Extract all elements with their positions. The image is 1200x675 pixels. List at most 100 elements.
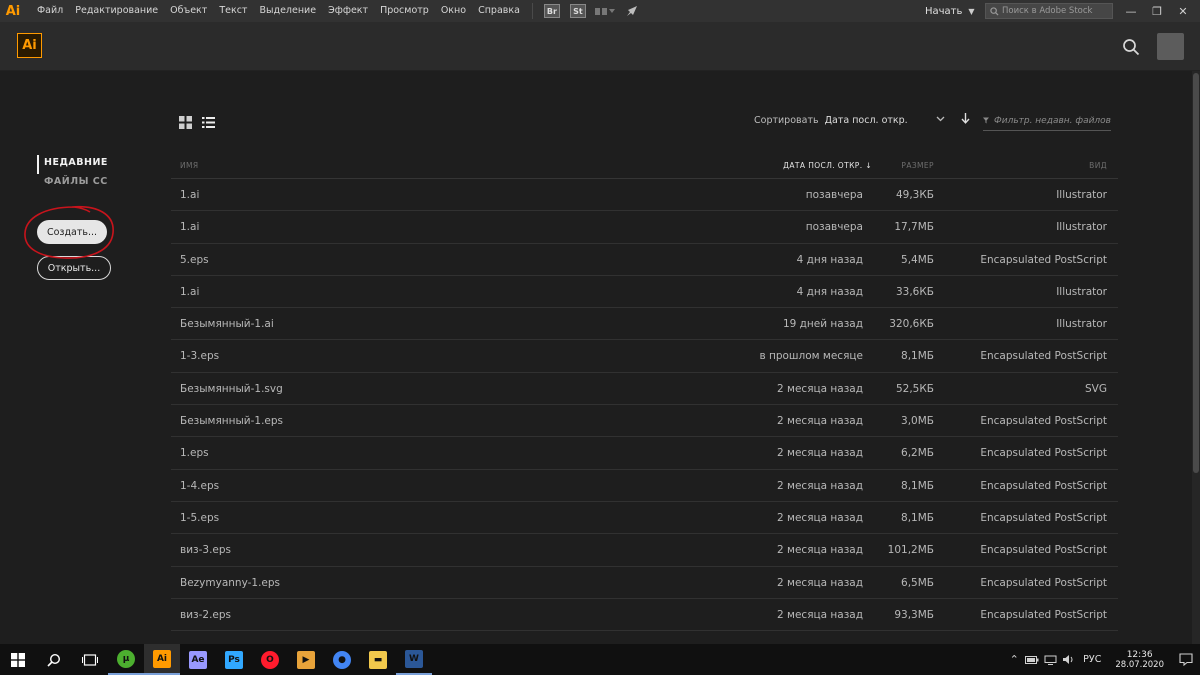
gpu-performance-icon[interactable] — [625, 4, 641, 18]
scrollbar[interactable] — [1192, 71, 1200, 644]
restore-icon[interactable]: ❐ — [1144, 0, 1170, 22]
language-indicator[interactable]: РУС — [1077, 654, 1107, 665]
workspace-switcher[interactable]: Начать ▼ — [925, 0, 975, 22]
network-icon[interactable] — [1041, 644, 1059, 675]
file-kind: Encapsulated PostScript — [980, 479, 1107, 492]
file-kind: Illustrator — [1056, 189, 1107, 201]
taskbar-app-media-player[interactable]: ▶ — [288, 644, 324, 675]
menubar-separator — [531, 3, 533, 19]
table-row[interactable]: 5.eps 4 дня назад 5,4МБ Encapsulated PostSc… — [171, 244, 1118, 276]
arrange-documents-icon[interactable] — [594, 5, 615, 17]
chevron-down-icon[interactable] — [936, 115, 945, 125]
create-new-button[interactable]: Создать... — [37, 220, 107, 244]
file-size: 320,6КБ — [889, 318, 934, 331]
table-row[interactable]: виз-2.eps 2 месяца назад 93,3МБ Encapsulate… — [171, 599, 1118, 632]
avatar[interactable] — [1157, 33, 1184, 60]
taskbar-search-button[interactable] — [36, 644, 72, 675]
taskbar-app-word[interactable]: W — [396, 644, 432, 675]
start-button[interactable] — [0, 644, 36, 675]
file-date: 2 месяца назад — [777, 415, 863, 428]
column-header-kind[interactable]: ВИД — [1089, 161, 1107, 170]
bridge-icon[interactable]: Br — [543, 4, 560, 18]
table-row[interactable]: Bezymyanny-1.eps 2 месяца назад 6,5МБ Encap… — [171, 567, 1118, 599]
sort-select[interactable]: Дата посл. откр. — [825, 115, 908, 126]
file-size: 6,5МБ — [901, 576, 934, 589]
file-kind: Illustrator — [1056, 221, 1107, 234]
clock-date: 28.07.2020 — [1115, 659, 1164, 670]
window-controls: — ❐ ✕ — [1118, 0, 1196, 22]
file-kind: Illustrator — [1056, 285, 1107, 298]
table-header: ИМЯ ДАТА ПОСЛ. ОТКР. ↓ РАЗМЕР ВИД — [171, 155, 1118, 179]
stock-search-placeholder: Поиск в Adobe Stock — [1002, 6, 1093, 16]
windows-taskbar: µ Ai Ae Ps O ▶ ● ▬ W ⌃ РУС 12:36 28.07.2… — [0, 644, 1200, 675]
file-name: 1.eps — [180, 447, 209, 460]
table-row[interactable]: 1.ai 4 дня назад 33,6КБ Illustrator — [171, 276, 1118, 309]
nav-item-recent[interactable]: НЕДАВНИЕ — [37, 155, 108, 174]
show-hidden-icons-icon[interactable]: ⌃ — [1005, 644, 1023, 675]
column-header-size[interactable]: РАЗМЕР — [901, 161, 934, 170]
grid-view-icon[interactable] — [179, 116, 192, 129]
battery-icon[interactable] — [1023, 644, 1041, 675]
taskbar-app-utorrent[interactable]: µ — [108, 644, 144, 675]
file-size: 93,3МБ — [894, 608, 934, 621]
volume-icon[interactable] — [1059, 644, 1077, 675]
column-header-date[interactable]: ДАТА ПОСЛ. ОТКР. ↓ — [783, 161, 872, 170]
illustrator-logo: Ai — [17, 33, 42, 58]
menu-select[interactable]: Выделение — [253, 0, 322, 22]
taskbar-app-photoshop[interactable]: Ps — [216, 644, 252, 675]
opera-icon: O — [261, 650, 279, 669]
taskbar-app-after-effects[interactable]: Ae — [180, 644, 216, 675]
table-row[interactable]: Безымянный-1.ai 19 дней назад 320,6КБ Illus… — [171, 308, 1118, 341]
task-view-icon — [82, 653, 98, 666]
table-row[interactable]: 1-4.eps 2 месяца назад 8,1МБ Encapsulated P… — [171, 470, 1118, 502]
file-name: 1.ai — [180, 189, 200, 201]
task-view-button[interactable] — [72, 644, 108, 675]
taskbar-app-opera[interactable]: O — [252, 644, 288, 675]
menu-view[interactable]: Просмотр — [374, 0, 435, 22]
open-button[interactable]: Открыть... — [37, 256, 111, 280]
column-header-name[interactable]: ИМЯ — [180, 161, 199, 170]
menu-window[interactable]: Окно — [435, 0, 472, 22]
taskbar-app-chrome[interactable]: ● — [324, 644, 360, 675]
file-kind: Encapsulated PostScript — [980, 415, 1107, 428]
sort-direction-icon[interactable] — [961, 113, 970, 127]
stock-search-input[interactable]: Поиск в Adobe Stock — [985, 3, 1113, 19]
minimize-icon[interactable]: — — [1118, 0, 1144, 22]
file-kind: SVG — [1085, 382, 1107, 395]
menu-effect[interactable]: Эффект — [322, 0, 374, 22]
after-effects-glyph: Ae — [191, 654, 205, 665]
menu-type[interactable]: Текст — [213, 0, 253, 22]
list-view-icon[interactable] — [202, 116, 215, 129]
menu-file[interactable]: Файл — [31, 0, 69, 22]
search-icon — [47, 653, 61, 667]
close-icon[interactable]: ✕ — [1170, 0, 1196, 22]
menu-help[interactable]: Справка — [472, 0, 526, 22]
file-kind: Encapsulated PostScript — [980, 511, 1107, 524]
stock-icon[interactable]: St — [569, 4, 586, 18]
filter-recent-files-input[interactable]: Фильтр. недавн. файлов — [983, 111, 1111, 131]
filter-placeholder: Фильтр. недавн. файлов — [993, 115, 1111, 126]
table-row[interactable]: 1.ai позавчера 17,7МБ Illustrator — [171, 211, 1118, 244]
nav-item-cc-files[interactable]: ФАЙЛЫ CC — [37, 174, 108, 193]
file-name: 1.ai — [180, 221, 200, 234]
file-date: 19 дней назад — [782, 318, 863, 331]
table-row[interactable]: 1.ai позавчера 49,3КБ Illustrator — [171, 179, 1118, 212]
menu-edit[interactable]: Редактирование — [69, 0, 164, 22]
table-row[interactable]: Безымянный-1.svg 2 месяца назад 52,5КБ SVG — [171, 373, 1118, 406]
opera-glyph: O — [266, 654, 274, 665]
table-row[interactable]: 1-3.eps в прошлом месяце 8,1МБ Encapsulated… — [171, 340, 1118, 373]
table-row[interactable]: Безымянный-1.eps 2 месяца назад 3,0МБ Encap… — [171, 405, 1118, 438]
taskbar-app-file-explorer[interactable]: ▬ — [360, 644, 396, 675]
file-size: 101,2МБ — [887, 544, 934, 557]
table-row[interactable]: 1-5.eps 2 месяца назад 8,1МБ Encapsulated P… — [171, 502, 1118, 535]
scrollbar-thumb[interactable] — [1193, 73, 1199, 473]
menu-object[interactable]: Объект — [164, 0, 213, 22]
search-icon[interactable] — [1122, 38, 1140, 56]
table-row[interactable]: виз-3.eps 2 месяца назад 101,2МБ Encapsulat… — [171, 534, 1118, 567]
app-icon[interactable]: Ai — [0, 0, 26, 22]
taskbar-app-illustrator[interactable]: Ai — [144, 644, 180, 675]
table-row[interactable]: 1.eps 2 месяца назад 6,2МБ Encapsulated Pos… — [171, 437, 1118, 470]
clock[interactable]: 12:36 28.07.2020 — [1107, 650, 1172, 670]
notifications-icon[interactable] — [1172, 644, 1200, 675]
file-date: 2 месяца назад — [777, 382, 863, 395]
